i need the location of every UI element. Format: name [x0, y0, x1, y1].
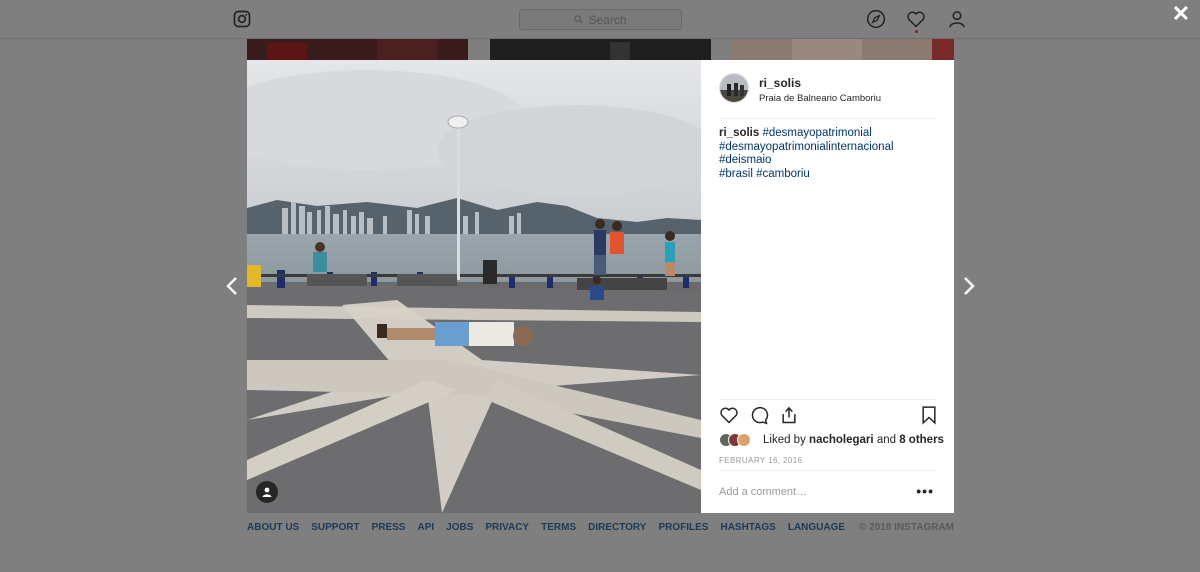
comment-input[interactable]: Add a comment… [719, 486, 807, 498]
footer-link-press[interactable]: PRESS [372, 522, 406, 533]
post-photo[interactable] [247, 60, 701, 513]
like-heart-icon[interactable] [719, 405, 739, 425]
footer-link-terms[interactable]: TERMS [541, 522, 576, 533]
liked-by-others[interactable]: 8 others [899, 434, 944, 446]
copyright: © 2018 INSTAGRAM [859, 522, 954, 533]
user-tag-button[interactable] [256, 481, 278, 503]
post-location[interactable]: Praia de Balneario Camboriu [759, 93, 881, 104]
footer-links: ABOUT US SUPPORT PRESS API JOBS PRIVACY … [247, 522, 954, 533]
close-icon[interactable]: ✕ [1170, 3, 1192, 25]
liker-avatar [737, 433, 751, 447]
background-thumbnail[interactable] [732, 39, 954, 60]
compass-icon[interactable] [866, 9, 886, 29]
footer-link-support[interactable]: SUPPORT [311, 522, 359, 533]
background-thumbnail[interactable] [247, 39, 468, 60]
footer-link-directory[interactable]: DIRECTORY [588, 522, 646, 533]
post-sidebar: ri_solis Praia de Balneario Camboriu ri_… [701, 60, 954, 513]
top-nav: Search [0, 0, 1200, 39]
likes-summary: Liked by nacholegari and 8 others [719, 432, 944, 448]
footer-link-about[interactable]: ABOUT US [247, 522, 299, 533]
share-icon[interactable] [779, 405, 799, 425]
hashtag-link[interactable]: #desmayopatrimonial [762, 127, 871, 139]
liked-by-and: and [876, 434, 896, 446]
liker-avatars[interactable] [719, 433, 761, 447]
post-header: ri_solis Praia de Balneario Camboriu [719, 73, 936, 119]
post-caption: ri_solis #desmayopatrimonial #desmayopat… [719, 127, 939, 181]
chevron-right-icon[interactable] [962, 275, 976, 297]
bookmark-icon[interactable] [919, 405, 939, 425]
avatar[interactable] [719, 73, 749, 103]
footer-link-profiles[interactable]: PROFILES [658, 522, 708, 533]
footer-link-hashtags[interactable]: HASHTAGS [720, 522, 775, 533]
post-date[interactable]: FEBRUARY 16, 2016 [719, 456, 802, 465]
search-input[interactable]: Search [519, 9, 682, 30]
footer-link-privacy[interactable]: PRIVACY [485, 522, 529, 533]
user-tag-icon [262, 487, 272, 497]
hashtag-link[interactable]: #brasil [719, 168, 753, 180]
footer: ABOUT US SUPPORT PRESS API JOBS PRIVACY … [247, 522, 954, 536]
caption-username[interactable]: ri_solis [719, 127, 759, 139]
chevron-left-icon[interactable] [225, 275, 239, 297]
hashtag-link[interactable]: #camboriu [756, 168, 810, 180]
liked-by-prefix: Liked by [763, 434, 806, 446]
comment-icon[interactable] [749, 405, 769, 425]
liked-by-user[interactable]: nacholegari [809, 434, 874, 446]
footer-link-language[interactable]: LANGUAGE [788, 522, 845, 533]
actions-divider [719, 399, 936, 400]
user-icon[interactable] [947, 9, 967, 29]
activity-dot [915, 30, 918, 33]
hashtag-link[interactable]: #desmayopatrimonialinternacional [719, 141, 894, 153]
footer-link-api[interactable]: API [417, 522, 434, 533]
background-thumbnail[interactable] [490, 39, 711, 60]
comment-box: Add a comment… ••• [719, 470, 936, 513]
more-options-icon[interactable]: ••• [916, 483, 934, 499]
footer-link-jobs[interactable]: JOBS [446, 522, 473, 533]
post-modal: ri_solis Praia de Balneario Camboriu ri_… [247, 60, 954, 513]
hashtag-link[interactable]: #deismaio [719, 154, 771, 166]
heart-icon[interactable] [906, 9, 926, 29]
instagram-logo-icon[interactable] [233, 10, 251, 28]
post-image [247, 60, 701, 513]
post-username[interactable]: ri_solis [759, 76, 801, 90]
search-icon [574, 15, 583, 24]
search-placeholder: Search [588, 12, 627, 27]
